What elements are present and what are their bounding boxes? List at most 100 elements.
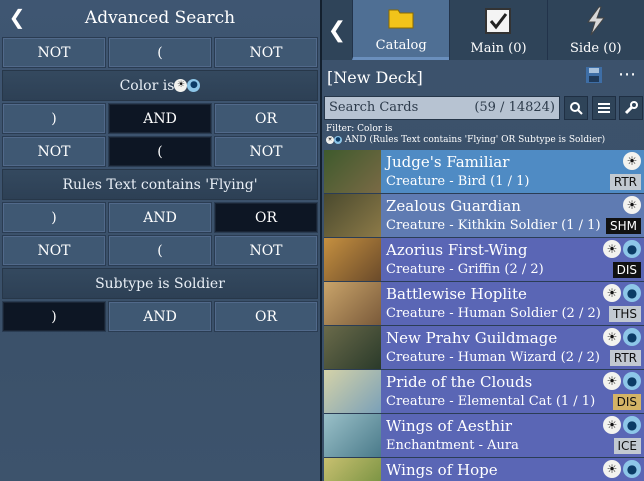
operator-button[interactable]: ( <box>108 37 212 68</box>
card-type: Creature - Bird (1 / 1) <box>386 174 530 189</box>
white-mana-icon: ☀ <box>603 460 621 478</box>
operator-button[interactable]: ) <box>2 301 106 332</box>
mana-cost: ☀ ● <box>603 460 641 478</box>
mana-cost: ☀ ● <box>603 240 641 258</box>
operator-button[interactable]: OR <box>214 202 318 233</box>
save-icon[interactable] <box>586 67 602 83</box>
operator-button[interactable]: ( <box>108 235 212 266</box>
blue-mana-icon: ● <box>623 416 641 434</box>
advanced-search-panel: ❮ Advanced Search NOT(NOT Color is ☀ ●) AND O… <box>0 0 320 481</box>
folder-icon <box>386 3 416 33</box>
card-row[interactable]: Zealous Guardian Creature - Kithkin Soldi… <box>324 194 644 238</box>
set-badge: DIS <box>612 394 641 410</box>
filter-wrench-icon[interactable] <box>619 96 643 120</box>
card-art-thumbnail <box>324 458 381 481</box>
operator-button[interactable]: NOT <box>2 136 106 167</box>
criterion-row[interactable]: Color is ☀ ● <box>2 70 318 101</box>
white-mana-icon: ☀ <box>603 284 621 302</box>
card-row[interactable]: New Prahv Guildmage Creature - Human Wiza… <box>324 326 644 370</box>
card-name: Azorius First-Wing <box>386 241 528 259</box>
mana-cost: ☀ <box>623 152 641 170</box>
card-art-thumbnail <box>324 326 381 369</box>
operator-button[interactable]: NOT <box>214 37 318 68</box>
card-type: Creature - Elemental Cat (1 / 1) <box>386 394 596 409</box>
operator-button[interactable]: AND <box>108 301 212 332</box>
blue-mana-icon: ● <box>187 79 201 92</box>
checkbox-icon <box>483 6 513 36</box>
card-row[interactable]: Wings of Aesthir Enchantment - Aura ☀ ● ICE <box>324 414 644 458</box>
criterion-row[interactable]: Subtype is Soldier <box>2 268 318 299</box>
criterion-row[interactable]: Rules Text contains 'Flying' <box>2 169 318 200</box>
back-arrow-icon[interactable]: ❮ <box>6 5 28 29</box>
white-mana-icon: ☀ <box>326 135 334 144</box>
tab-catalog[interactable]: Catalog <box>352 0 450 60</box>
operator-button[interactable]: NOT <box>2 37 106 68</box>
operator-button[interactable]: NOT <box>214 235 318 266</box>
white-mana-icon: ☀ <box>603 372 621 390</box>
blue-mana-icon: ● <box>623 284 641 302</box>
card-list[interactable]: Judge's Familiar Creature - Bird (1 / 1) ☀… <box>324 150 644 481</box>
tab-main[interactable]: Main (0) <box>449 0 547 60</box>
operator-row: NOT(NOT <box>2 37 318 68</box>
collapse-arrow-icon[interactable]: ❮ <box>322 0 352 60</box>
white-mana-icon: ☀ <box>603 328 621 346</box>
card-info: Judge's Familiar Creature - Bird (1 / 1) ☀… <box>381 150 644 193</box>
card-row[interactable]: Battlewise Hoplite Creature - Human Soldi… <box>324 282 644 326</box>
operator-button[interactable]: AND <box>108 103 212 134</box>
white-mana-icon: ☀ <box>623 196 641 214</box>
filter-line-2: ☀ ● AND (Rules Text contains 'Flying' OR … <box>326 135 642 146</box>
card-type: Enchantment - Aura <box>386 438 519 453</box>
card-art-thumbnail <box>324 414 381 457</box>
card-art-thumbnail <box>324 238 381 281</box>
set-badge: ICE <box>613 438 641 454</box>
operator-row: NOT(NOT <box>2 235 318 266</box>
white-mana-icon: ☀ <box>603 240 621 258</box>
tab-side-label: Side (0) <box>570 41 622 56</box>
operator-row: ) AND OR <box>2 103 318 134</box>
card-info: Wings of Hope ☀ ● <box>381 458 644 481</box>
white-mana-icon: ☀ <box>623 152 641 170</box>
card-row[interactable]: Pride of the Clouds Creature - Elemental … <box>324 370 644 414</box>
operator-button[interactable]: OR <box>214 103 318 134</box>
set-badge: THS <box>609 306 641 322</box>
operator-button[interactable]: NOT <box>214 136 318 167</box>
card-art-thumbnail <box>324 282 381 325</box>
operator-button[interactable]: AND <box>108 202 212 233</box>
tab-side[interactable]: Side (0) <box>546 0 644 60</box>
card-row[interactable]: Azorius First-Wing Creature - Griffin (2 … <box>324 238 644 282</box>
set-badge: RTR <box>609 350 641 366</box>
blue-mana-icon: ● <box>334 135 342 144</box>
card-row[interactable]: Wings of Hope ☀ ● <box>324 458 644 481</box>
card-name: Judge's Familiar <box>386 153 510 171</box>
operator-button[interactable]: ) <box>2 103 106 134</box>
set-badge: SHM <box>606 218 641 234</box>
deck-name[interactable]: [New Deck] <box>327 68 423 87</box>
mana-cost: ☀ ● <box>603 284 641 302</box>
operator-row: ) AND OR <box>2 301 318 332</box>
card-type: Creature - Griffin (2 / 2) <box>386 262 544 277</box>
card-info: Azorius First-Wing Creature - Griffin (2 … <box>381 238 644 281</box>
operator-button[interactable]: OR <box>214 301 318 332</box>
more-options-icon[interactable]: ⋯ <box>618 64 636 85</box>
operator-button[interactable]: ( <box>108 136 212 167</box>
card-type: Creature - Human Soldier (2 / 2) <box>386 306 601 321</box>
card-info: Battlewise Hoplite Creature - Human Soldi… <box>381 282 644 325</box>
mana-cost: ☀ ● <box>603 416 641 434</box>
lightning-icon <box>581 6 611 36</box>
card-type: Creature - Kithkin Soldier (1 / 1) <box>386 218 601 233</box>
card-info: Zealous Guardian Creature - Kithkin Soldi… <box>381 194 644 237</box>
card-name: Wings of Aesthir <box>386 417 513 435</box>
card-row[interactable]: Judge's Familiar Creature - Bird (1 / 1) ☀… <box>324 150 644 194</box>
card-name: Wings of Hope <box>386 461 498 479</box>
card-name: Pride of the Clouds <box>386 373 533 391</box>
search-input[interactable]: Search Cards (59 / 14824) <box>324 96 560 120</box>
operator-button[interactable]: NOT <box>2 235 106 266</box>
search-icon[interactable] <box>564 96 588 120</box>
set-badge: RTR <box>609 174 641 190</box>
page-title: Advanced Search <box>84 7 236 28</box>
blue-mana-icon: ● <box>623 460 641 478</box>
operator-button[interactable]: ) <box>2 202 106 233</box>
list-view-icon[interactable] <box>592 96 616 120</box>
white-mana-icon: ☀ <box>603 416 621 434</box>
card-art-thumbnail <box>324 194 381 237</box>
